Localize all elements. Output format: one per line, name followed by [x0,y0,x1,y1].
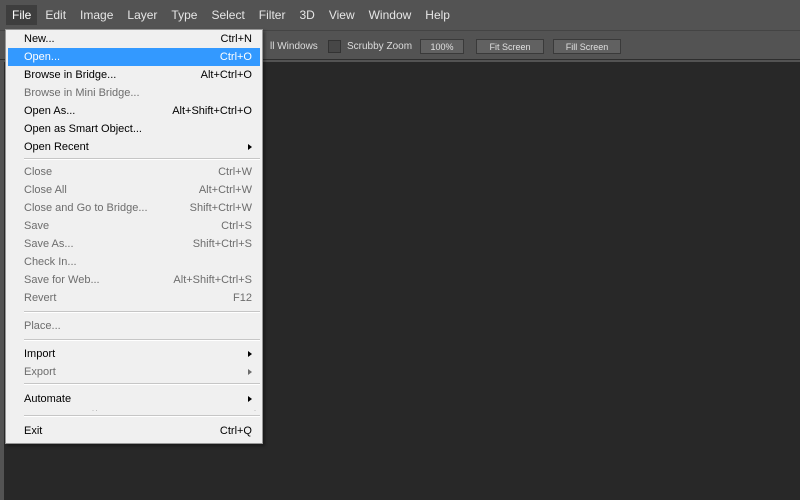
submenu-arrow-icon [248,351,252,357]
menu-item-close[interactable]: Close Ctrl+W [8,163,260,181]
menu-item-close-and-go-to-bridge[interactable]: Close and Go to Bridge... Shift+Ctrl+W [8,199,260,217]
menu-3d[interactable]: 3D [293,5,320,25]
menu-separator [24,383,260,385]
menu-item-browse-in-mini-bridge[interactable]: Browse in Mini Bridge... [8,84,260,102]
scroll-more-indicator: · [254,408,256,414]
menu-item-label: Import [24,348,56,360]
menu-item-shortcut: Ctrl+W [218,166,252,178]
file-menu-dropdown: New... Ctrl+N Open... Ctrl+O Browse in B… [5,29,263,444]
menu-item-label: Browse in Bridge... [24,69,117,81]
menu-item-label: Revert [24,292,57,304]
menu-item-label: Open Recent [24,141,89,153]
menu-item-label: Close All [24,184,67,196]
menu-item-shortcut: Shift+Ctrl+W [189,202,252,214]
menu-item-label: Save [24,220,50,232]
menu-item-label: Close and Go to Bridge... [24,202,148,214]
menu-image[interactable]: Image [74,5,119,25]
menu-item-close-all[interactable]: Close All Alt+Ctrl+W [8,181,260,199]
menu-item-automate[interactable]: Automate [8,390,260,408]
menu-item-label: New... [24,33,55,45]
menu-item-shortcut: Ctrl+O [219,51,252,63]
menu-item-shortcut: Ctrl+Q [219,425,252,437]
menu-item-label: Save for Web... [24,274,100,286]
zoom-100-button[interactable]: 100% [420,39,464,54]
menu-item-label: Open As... [24,105,76,117]
menu-item-shortcut: Alt+Ctrl+O [200,69,252,81]
menu-item-exit[interactable]: Exit Ctrl+Q [8,422,260,440]
menu-item-shortcut: Alt+Shift+Ctrl+S [173,274,252,286]
scrubby-zoom-option[interactable]: Scrubby Zoom [328,39,412,53]
menu-item-label: Place... [24,320,61,332]
menu-item-check-in[interactable]: Check In... [8,253,260,271]
menu-item-import[interactable]: Import [8,345,260,363]
menu-item-shortcut: Ctrl+N [220,33,252,45]
menu-item-save-as[interactable]: Save As... Shift+Ctrl+S [8,235,260,253]
menu-item-save[interactable]: Save Ctrl+S [8,217,260,235]
menu-item-label: Save As... [24,238,74,250]
menu-separator [24,339,260,341]
menu-item-export[interactable]: Export [8,363,260,381]
menu-item-place[interactable]: Place... [8,317,260,335]
menu-item-label: Close [24,166,53,178]
menu-item-shortcut: F12 [233,292,252,304]
menu-item-shortcut: Ctrl+S [221,220,252,232]
scroll-all-windows-label: ll Windows [270,40,318,52]
menu-item-label: Open... [24,51,61,63]
menu-edit[interactable]: Edit [39,5,72,25]
fit-screen-button[interactable]: Fit Screen [476,39,544,54]
menu-filter[interactable]: Filter [253,5,292,25]
menu-type[interactable]: Type [165,5,203,25]
menu-view[interactable]: View [323,5,361,25]
menu-item-label: Automate [24,393,72,405]
menu-item-label: Browse in Mini Bridge... [24,87,140,99]
scroll-all-windows-option[interactable]: ll Windows [270,39,318,53]
menu-file[interactable]: File [6,5,38,25]
menu-separator [24,415,260,417]
menu-item-label: Export [24,366,56,378]
photoshop-window: File Edit Image Layer Type Select Filter… [0,0,800,500]
submenu-arrow-icon [248,396,252,402]
menu-separator [24,311,260,313]
menu-item-shortcut: Shift+Ctrl+S [192,238,252,250]
menu-item-open-as[interactable]: Open As... Alt+Shift+Ctrl+O [8,102,260,120]
scroll-more-indicator: · · [92,408,98,414]
menu-item-save-for-web[interactable]: Save for Web... Alt+Shift+Ctrl+S [8,271,260,289]
fill-screen-button[interactable]: Fill Screen [553,39,621,54]
menu-item-open-as-smart-object[interactable]: Open as Smart Object... [8,120,260,138]
menu-item-label: Check In... [24,256,77,268]
menu-item-shortcut: Alt+Shift+Ctrl+O [172,105,252,117]
menu-window[interactable]: Window [363,5,418,25]
menu-item-browse-in-bridge[interactable]: Browse in Bridge... Alt+Ctrl+O [8,66,260,84]
menu-item-label: Exit [24,425,43,437]
menu-layer[interactable]: Layer [121,5,163,25]
menu-item-open[interactable]: Open... Ctrl+O [8,48,260,66]
submenu-arrow-icon [248,144,252,150]
menu-separator [24,158,260,160]
menu-select[interactable]: Select [205,5,250,25]
menu-item-new[interactable]: New... Ctrl+N [8,30,260,48]
menu-bar: File Edit Image Layer Type Select Filter… [0,0,800,30]
submenu-arrow-icon [248,369,252,375]
menu-item-open-recent[interactable]: Open Recent [8,138,260,156]
menu-item-revert[interactable]: Revert F12 [8,289,260,307]
menu-item-shortcut: Alt+Ctrl+W [198,184,252,196]
menu-help[interactable]: Help [419,5,456,25]
scrubby-zoom-checkbox[interactable] [328,39,341,53]
scrubby-zoom-label: Scrubby Zoom [347,40,413,52]
menu-item-label: Open as Smart Object... [24,123,142,135]
